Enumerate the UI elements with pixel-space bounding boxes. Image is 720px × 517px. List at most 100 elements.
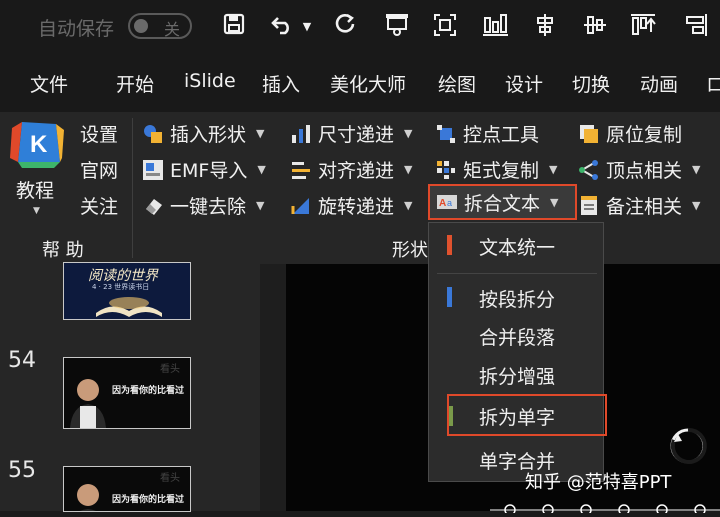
size-progression-icon — [292, 124, 310, 143]
rotate-progression-label: 旋转递进 — [318, 196, 395, 218]
one-click-remove-button[interactable]: 一键去除 ▼ — [142, 192, 264, 219]
chevron-down-icon: ▼ — [404, 127, 413, 140]
green-bar-icon — [449, 406, 453, 426]
svg-text:K: K — [30, 131, 48, 158]
in-place-copy-icon — [580, 124, 598, 143]
size-progression-label: 尺寸递进 — [318, 124, 395, 146]
rotate-handle-icon[interactable] — [668, 426, 708, 466]
align-progression-label: 对齐递进 — [318, 160, 395, 182]
settings-button[interactable]: 设置 — [80, 120, 118, 147]
toggle-knob — [134, 19, 148, 33]
align-progression-button[interactable]: 对齐递进 ▼ — [290, 156, 412, 183]
thumb-watermark: 看头 — [160, 364, 180, 375]
notes-related-button[interactable]: 备注相关 ▼ — [578, 192, 700, 219]
panel-splitter[interactable] — [260, 264, 286, 511]
menu-design[interactable]: 设计 — [505, 70, 543, 97]
watermark-text: 知乎 @范特喜PPT — [525, 472, 672, 493]
menu-item-label: 拆分增强 — [479, 366, 556, 388]
save-icon[interactable] — [219, 12, 249, 42]
chevron-down-icon: ▼ — [404, 199, 413, 212]
emf-import-button[interactable]: EMF导入 ▼ — [142, 156, 266, 183]
menu-animation[interactable]: 动画 — [640, 70, 678, 97]
menu-item-label: 文本统一 — [479, 237, 556, 259]
eraser-icon — [146, 198, 162, 215]
menu-item-merge-paragraphs[interactable]: 合并段落 — [429, 317, 603, 357]
slide-number: 54 — [8, 348, 36, 373]
distribute-top-icon[interactable] — [628, 12, 658, 42]
autosave-toggle[interactable]: 关 — [128, 13, 192, 39]
present-icon[interactable] — [382, 12, 412, 42]
menu-file[interactable]: 文件 — [30, 70, 68, 97]
insert-shape-button[interactable]: 插入形状 ▼ — [142, 120, 264, 147]
matrix-copy-label: 矩式复制 — [463, 160, 540, 182]
vertex-related-label: 顶点相关 — [606, 160, 683, 182]
menu-islide[interactable]: iSlide — [184, 70, 236, 92]
menu-transition[interactable]: 切换 — [572, 70, 610, 97]
menu-beautify[interactable]: 美化大师 — [330, 70, 406, 97]
chevron-down-icon: ▼ — [256, 199, 265, 212]
menu-item-label: 拆为单字 — [479, 407, 556, 429]
crop-select-icon[interactable] — [430, 12, 460, 42]
person-photo — [70, 379, 106, 428]
menu-item-label: 按段拆分 — [479, 289, 556, 311]
insert-shape-label: 插入形状 — [170, 124, 247, 146]
distribute-bottom-icon[interactable] — [480, 12, 510, 42]
undo-icon[interactable] — [268, 12, 298, 42]
tutorial-button[interactable]: 教程 — [16, 176, 54, 203]
menu-item-unify-text[interactable]: 文本统一 — [429, 223, 603, 267]
redo-icon[interactable] — [330, 12, 360, 42]
align-center-icon[interactable] — [530, 12, 560, 42]
orange-bar-icon — [447, 235, 452, 255]
slide-number: 55 — [8, 458, 36, 483]
rotate-progression-button[interactable]: 旋转递进 ▼ — [290, 192, 412, 219]
rotate-progression-icon — [291, 197, 309, 214]
tutorial-dropdown-icon[interactable]: ▼ — [33, 206, 40, 216]
align-middle-icon[interactable] — [580, 12, 610, 42]
vertex-related-button[interactable]: 顶点相关 ▼ — [578, 156, 700, 183]
toggle-state-text: 关 — [164, 20, 181, 39]
slide-thumbnail-54[interactable]: 因为看你的比看过 看头 — [63, 357, 191, 429]
emf-import-label: EMF导入 — [170, 160, 248, 182]
align-progression-icon — [292, 161, 310, 179]
shape-group-label: 形状 — [392, 240, 428, 261]
split-merge-text-menu: 文本统一 按段拆分 合并段落 拆分增强 拆为单字 单字合并 — [428, 222, 607, 482]
undo-dropdown-icon[interactable]: ▼ — [300, 12, 314, 42]
menu-item-enhanced-split[interactable]: 拆分增强 — [429, 358, 603, 398]
control-point-icon — [437, 124, 455, 143]
menu-item-split-by-paragraph[interactable]: 按段拆分 — [429, 277, 603, 317]
thumb-subtitle: 4 · 23 世界读书日 — [92, 283, 150, 291]
menu-insert[interactable]: 插入 — [262, 70, 300, 97]
split-merge-text-button[interactable]: Aa 拆合文本 ▼ — [428, 184, 577, 220]
chevron-down-icon: ▼ — [692, 163, 701, 176]
menu-draw[interactable]: 绘图 — [438, 70, 476, 97]
chevron-down-icon: ▼ — [549, 163, 558, 176]
autosave-label: 自动保存 — [38, 18, 115, 40]
slide-thumbnail-53[interactable]: 阅读的世界 4 · 23 世界读书日 — [63, 262, 191, 320]
menu-home[interactable]: 开始 — [116, 70, 154, 97]
chevron-down-icon: ▼ — [404, 163, 413, 176]
follow-button[interactable]: 关注 — [80, 192, 118, 219]
control-point-tool-button[interactable]: 控点工具 — [435, 120, 539, 147]
notes-related-label: 备注相关 — [606, 196, 683, 218]
slide-thumbnail-55[interactable]: 因为看你的比看过 看头 — [63, 466, 191, 512]
chevron-down-icon: ▼ — [692, 199, 701, 212]
menu-more[interactable]: ロ — [706, 70, 720, 97]
book-image — [96, 297, 162, 317]
align-right-icon[interactable] — [680, 12, 710, 42]
website-button[interactable]: 官网 — [80, 156, 118, 183]
in-place-copy-label: 原位复制 — [606, 124, 683, 146]
emf-import-icon — [143, 159, 163, 180]
matrix-copy-icon — [437, 160, 455, 179]
selection-handles[interactable] — [490, 498, 720, 516]
svg-text:A: A — [439, 198, 446, 209]
menu-item-label: 合并段落 — [479, 327, 556, 349]
tutorial-logo-icon[interactable]: K — [8, 118, 68, 168]
chevron-down-icon: ▼ — [256, 127, 265, 140]
in-place-copy-button[interactable]: 原位复制 — [578, 120, 682, 147]
blue-bar-icon — [447, 287, 452, 307]
size-progression-button[interactable]: 尺寸递进 ▼ — [290, 120, 412, 147]
menu-item-split-into-chars[interactable]: 拆为单字 — [447, 394, 607, 436]
thumb-watermark: 看头 — [160, 473, 180, 484]
matrix-copy-button[interactable]: 矩式复制 ▼ — [435, 156, 557, 183]
one-click-remove-label: 一键去除 — [170, 196, 247, 218]
